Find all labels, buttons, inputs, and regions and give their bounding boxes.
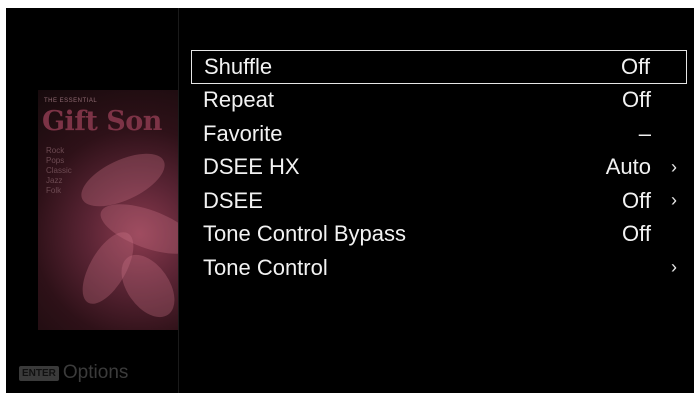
menu-item-value: Off — [622, 221, 651, 247]
menu-item-value: Off — [622, 87, 651, 113]
options-hint: ENTER Options — [19, 362, 128, 384]
options-menu-panel: Shuffle Off Repeat Off Favorite – DSEE H… — [178, 8, 694, 393]
menu-item-label: Repeat — [203, 87, 274, 113]
menu-item-tone-control[interactable]: Tone Control › — [191, 251, 687, 285]
menu-item-label: Favorite — [203, 120, 283, 146]
menu-item-value: Off — [621, 53, 650, 79]
genre-item: Classic — [46, 166, 72, 175]
menu-item-repeat[interactable]: Repeat Off — [191, 84, 687, 118]
menu-item-label: DSEE — [203, 187, 263, 213]
genre-item: Rock — [46, 146, 65, 155]
genre-item: Folk — [46, 186, 62, 195]
genre-item: Jazz — [46, 176, 63, 185]
options-label: Options — [62, 362, 129, 383]
album-subtitle: THE ESSENTIAL — [44, 98, 98, 104]
menu-item-dsee[interactable]: DSEE Off › — [191, 184, 687, 218]
album-art: THE ESSENTIAL Gift Son Rock Pops Classic… — [38, 90, 183, 330]
album-title: Gift Son — [42, 106, 162, 137]
menu-item-value: Off — [622, 187, 651, 213]
genre-item: Pops — [46, 156, 65, 165]
menu-item-favorite[interactable]: Favorite – — [191, 117, 687, 151]
chevron-right-icon: › — [671, 190, 677, 211]
enter-key-icon: ENTER — [19, 365, 59, 381]
menu-item-label: Tone Control Bypass — [203, 221, 406, 247]
menu-item-shuffle[interactable]: Shuffle Off — [191, 50, 687, 84]
chevron-right-icon: › — [671, 156, 677, 177]
album-genre-list: Rock Pops Classic Jazz Folk — [46, 146, 72, 196]
menu-item-value: Auto — [605, 154, 651, 180]
menu-item-label: Tone Control — [203, 254, 328, 280]
options-menu: Shuffle Off Repeat Off Favorite – DSEE H… — [191, 50, 687, 285]
device-screen: THE ESSENTIAL Gift Son Rock Pops Classic… — [6, 8, 694, 393]
menu-item-value: – — [638, 120, 651, 146]
chevron-right-icon: › — [671, 257, 677, 278]
menu-item-tone-control-bypass[interactable]: Tone Control Bypass Off — [191, 218, 687, 252]
menu-item-label: DSEE HX — [203, 154, 300, 180]
menu-item-label: Shuffle — [204, 53, 273, 79]
menu-item-dsee-hx[interactable]: DSEE HX Auto › — [191, 151, 687, 185]
